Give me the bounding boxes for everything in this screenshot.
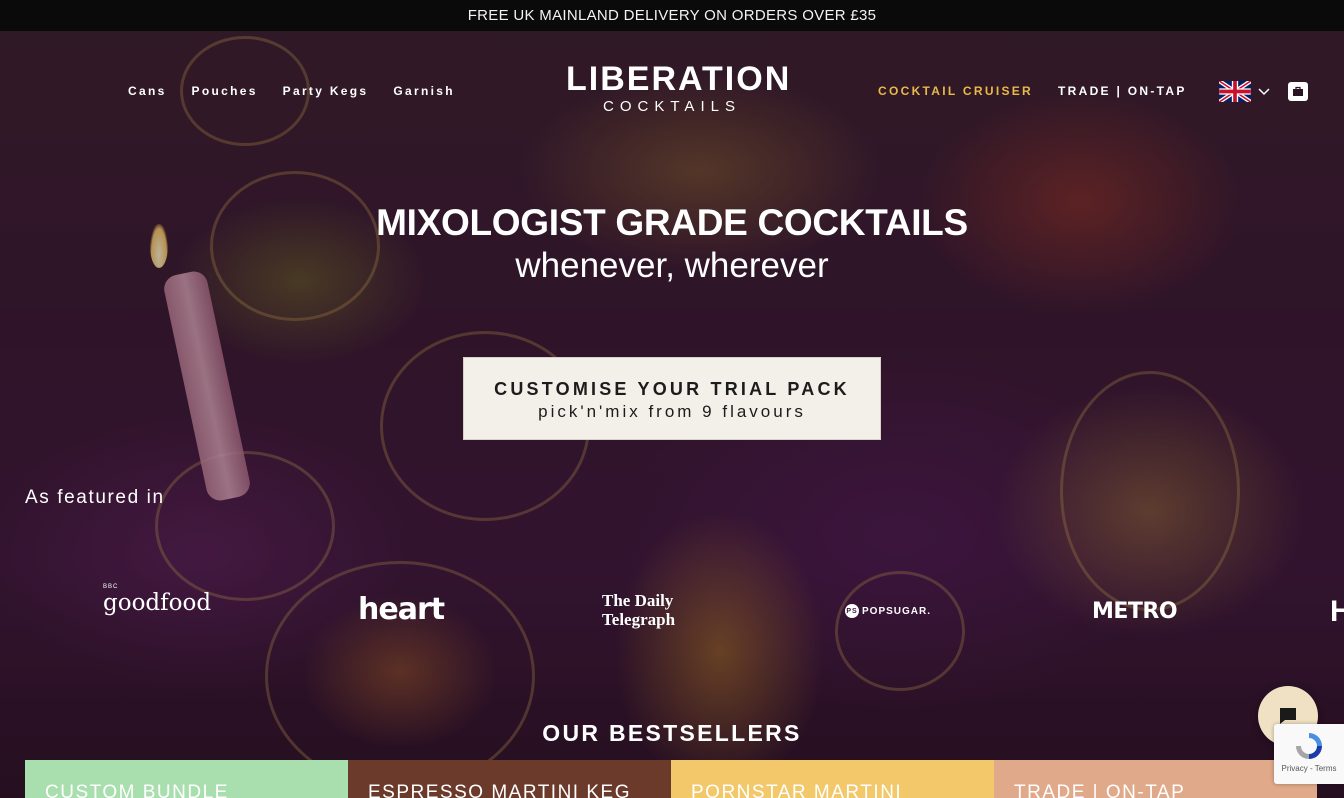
nav-item-trade-on-tap[interactable]: TRADE | ON-TAP xyxy=(1058,84,1187,98)
cta-line1: CUSTOMISE YOUR TRIAL PACK xyxy=(494,379,850,399)
press-logo-partial: H xyxy=(1330,595,1344,628)
featured-in-label: As featured in xyxy=(25,487,165,508)
nav-item-pouches[interactable]: Pouches xyxy=(192,84,258,98)
product-card-label: CUSTOM BUNDLE xyxy=(45,782,229,798)
cta-line2: pick'n'mix from 9 flavours xyxy=(538,402,806,421)
press-logo-popsugar: PS POPSUGAR. xyxy=(845,604,931,618)
recaptcha-icon xyxy=(1293,730,1325,762)
product-card-pornstar-martini[interactable]: PORNSTAR MARTINI xyxy=(671,760,994,798)
product-card-custom-bundle[interactable]: CUSTOM BUNDLE xyxy=(25,760,348,798)
press-goodfood-text: goodfood xyxy=(103,590,212,616)
announcement-text: FREE UK MAINLAND DELIVERY ON ORDERS OVER… xyxy=(467,7,877,24)
nav-item-cans[interactable]: Cans xyxy=(128,84,167,98)
product-card-label: PORNSTAR MARTINI xyxy=(691,782,903,798)
bestseller-cards: CUSTOM BUNDLE ESPRESSO MARTINI KEG PORNS… xyxy=(25,760,1317,798)
press-logo-goodfood: BBC goodfood xyxy=(103,584,212,616)
recaptcha-badge[interactable]: Privacy - Terms xyxy=(1274,724,1344,784)
shopping-bag-icon[interactable] xyxy=(1288,82,1308,101)
press-logo-metro: METRO xyxy=(1092,599,1178,624)
product-card-trade-on-tap[interactable]: TRADE | ON-TAP xyxy=(994,760,1317,798)
press-goodfood-bbc: BBC xyxy=(103,584,119,590)
chevron-down-icon[interactable] xyxy=(1258,84,1270,96)
main-nav-right: COCKTAIL CRUISER TRADE | ON-TAP xyxy=(878,84,1187,98)
product-card-label: ESPRESSO MARTINI KEG xyxy=(368,782,631,798)
product-card-label: TRADE | ON-TAP xyxy=(1014,782,1186,798)
bestsellers-title: OUR BESTSELLERS xyxy=(542,720,802,746)
nav-item-party-kegs[interactable]: Party Kegs xyxy=(283,84,369,98)
nav-item-cocktail-cruiser[interactable]: COCKTAIL CRUISER xyxy=(878,84,1033,98)
customise-trial-pack-button[interactable]: CUSTOMISE YOUR TRIAL PACK pick'n'mix fro… xyxy=(463,357,881,440)
press-popsugar-text: POPSUGAR. xyxy=(862,605,932,617)
logo-sub: COCKTAILS xyxy=(603,98,741,115)
product-card-espresso-martini-keg[interactable]: ESPRESSO MARTINI KEG xyxy=(348,760,671,798)
hero-title: MIXOLOGIST GRADE COCKTAILS xyxy=(376,202,968,243)
press-logo-heart: heart xyxy=(358,592,445,627)
nav-item-garnish[interactable]: Garnish xyxy=(393,84,454,98)
hero-subtitle: whenever, wherever xyxy=(515,246,829,285)
press-telegraph-line2: Telegraph xyxy=(602,610,676,629)
press-logo-telegraph: The Daily Telegraph xyxy=(602,591,675,629)
announcement-bar: FREE UK MAINLAND DELIVERY ON ORDERS OVER… xyxy=(0,0,1344,31)
logo-main: LIBERATION xyxy=(566,60,792,98)
press-telegraph-line1: The Daily xyxy=(602,591,674,610)
recaptcha-links[interactable]: Privacy - Terms xyxy=(1274,764,1344,773)
popsugar-badge-icon: PS xyxy=(845,604,859,618)
site-logo[interactable]: LIBERATION COCKTAILS xyxy=(566,60,792,115)
uk-flag-icon[interactable] xyxy=(1219,81,1251,102)
main-nav-left: Cans Pouches Party Kegs Garnish xyxy=(128,84,455,98)
